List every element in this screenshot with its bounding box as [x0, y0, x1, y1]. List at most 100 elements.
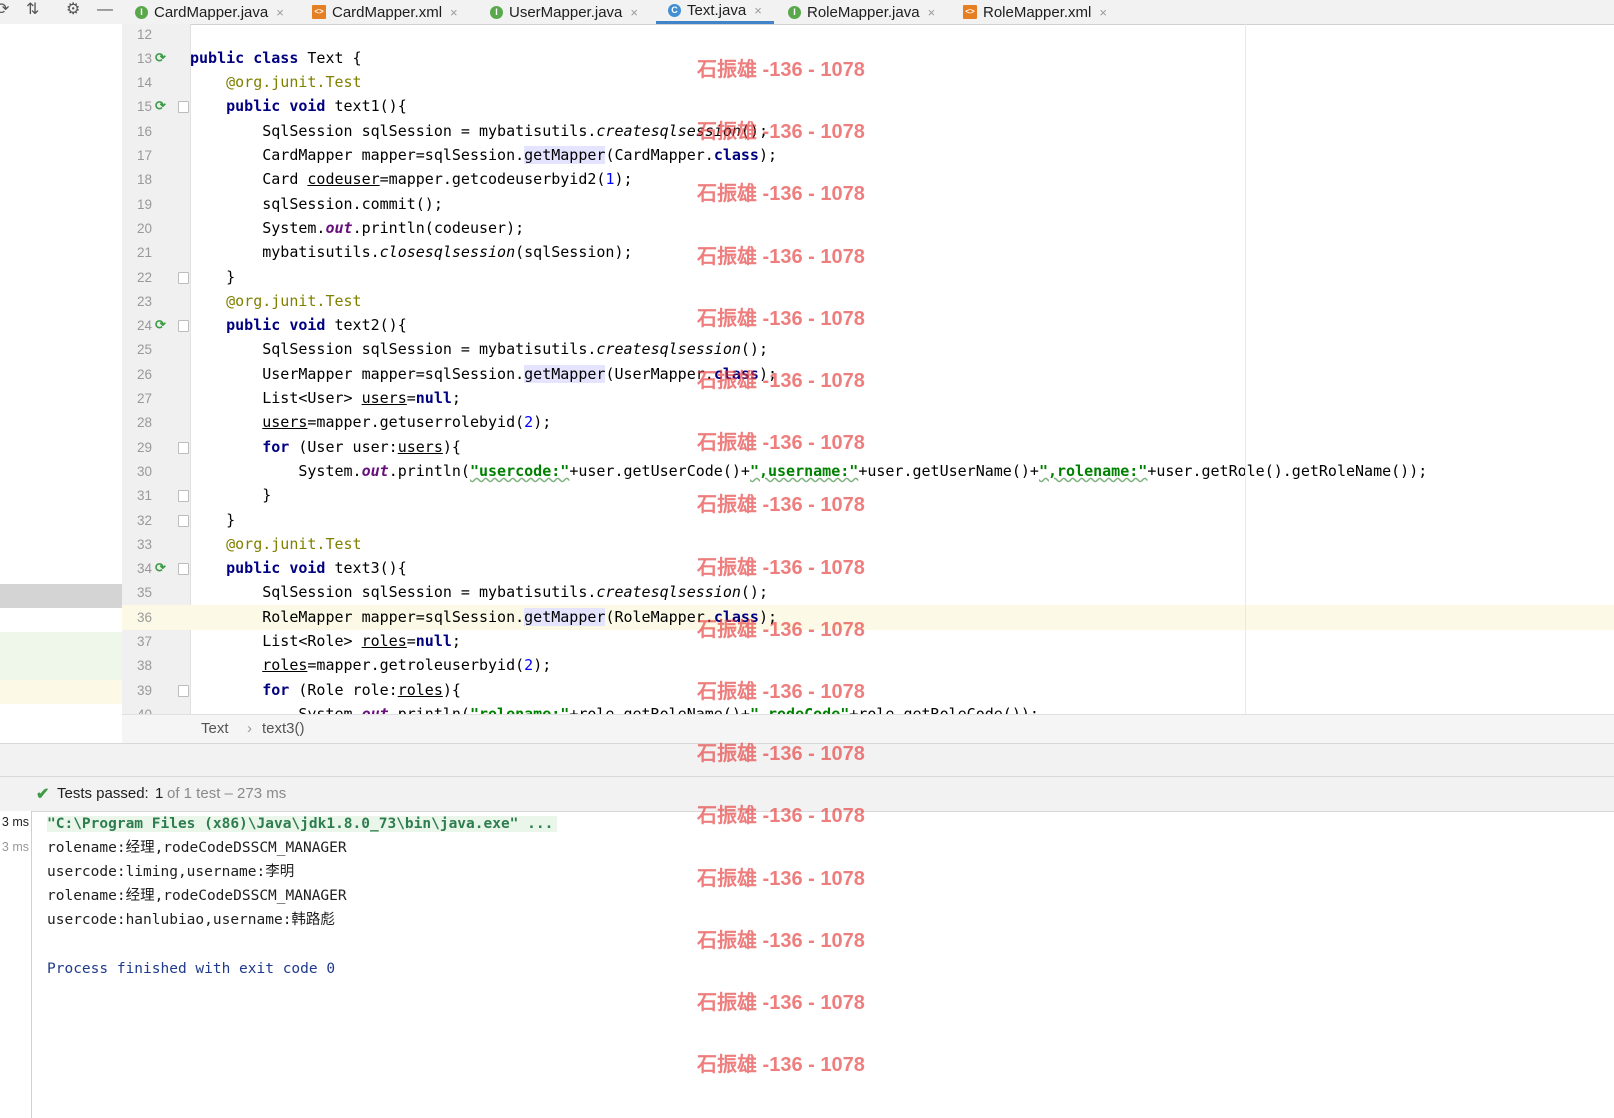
code-token: @org.junit.	[226, 534, 326, 553]
code-token: System.	[262, 218, 326, 237]
console-output[interactable]: "C:\Program Files (x86)\Java\jdk1.8.0_73…	[32, 811, 1614, 1118]
code-token: List<User>	[262, 389, 362, 407]
close-icon[interactable]: ×	[276, 5, 284, 20]
tab-label: UserMapper.java	[509, 3, 623, 21]
run-test-icon[interactable]: ⟳	[155, 318, 169, 332]
code-token: UserMapper mapper=sqlSession.	[262, 364, 525, 383]
code-line: @org.junit.Test	[190, 532, 362, 557]
console-output-line: rolename:经理,rodeCodeDSSCM_MANAGER	[47, 888, 347, 904]
breadcrumb-class[interactable]: Text	[201, 720, 229, 737]
code-token: +role.getRoleCode());	[849, 704, 1039, 714]
line-number: 19	[136, 196, 152, 212]
java-class-icon: C	[668, 4, 681, 17]
code-token: (RoleMapper.	[605, 607, 714, 626]
line-number: 17	[136, 148, 152, 163]
close-icon[interactable]: ×	[928, 5, 936, 20]
code-token: ){	[442, 680, 461, 699]
code-token: }	[226, 510, 236, 529]
tab-text-java[interactable]: C Text.java ×	[656, 0, 774, 24]
code-token: public void	[226, 97, 326, 116]
gutter-line: 39	[122, 678, 190, 703]
breadcrumb-method[interactable]: text3()	[262, 720, 305, 737]
line-number: 24	[136, 318, 152, 334]
code-token: class	[713, 364, 759, 383]
code-token: );	[758, 146, 778, 164]
code-token: ;	[451, 389, 461, 407]
fold-icon[interactable]	[178, 271, 189, 284]
code-line: public void text1(){	[190, 94, 407, 119]
gutter-line: 18	[122, 167, 190, 192]
gutter-line: 25	[122, 337, 190, 362]
code-token: users	[262, 413, 308, 432]
test-time[interactable]: 3 ms	[2, 815, 29, 829]
code-token: Card	[262, 170, 308, 189]
line-number: 12	[136, 26, 152, 42]
gutter-line: 23	[122, 289, 190, 314]
code-token: );	[533, 413, 552, 432]
code-line: @org.junit.Test	[190, 289, 361, 314]
close-icon[interactable]: ×	[630, 5, 638, 20]
gutter-line: 15 ⟳	[122, 94, 190, 119]
tab-rolemapper-java[interactable]: I RoleMapper.java ×	[788, 0, 935, 24]
xml-file-icon: <>	[963, 5, 977, 19]
run-test-icon[interactable]: ⟳	[155, 561, 169, 575]
tab-cardmapper-java[interactable]: I CardMapper.java ×	[135, 0, 284, 24]
fold-icon[interactable]	[178, 101, 189, 114]
code-token: +user.getUserCode()+	[569, 461, 750, 480]
code-token: =mapper.getroleuserbyid(	[307, 656, 525, 675]
changed-row-band	[0, 632, 122, 680]
gutter-line: 20	[122, 216, 190, 241]
code-token: +role.getRoleName()+	[569, 704, 750, 714]
line-number: 37	[136, 634, 152, 649]
tab-usermapper-java[interactable]: I UserMapper.java ×	[490, 0, 638, 24]
tab-cardmapper-xml[interactable]: <> CardMapper.xml ×	[312, 0, 458, 24]
xml-file-icon: <>	[312, 5, 326, 19]
code-token: out	[325, 218, 353, 237]
code-editor[interactable]: public class Text { @org.junit.Test publ…	[190, 24, 1614, 714]
code-token: .println(codeuser);	[352, 218, 525, 237]
code-token: text3(){	[325, 559, 407, 578]
code-token: 2	[524, 656, 534, 675]
fold-icon[interactable]	[178, 490, 189, 503]
test-tree-panel: 3 ms 3 ms	[0, 811, 32, 1118]
code-token: null	[415, 389, 452, 407]
tab-rolemapper-xml[interactable]: <> RoleMapper.xml ×	[963, 0, 1107, 24]
line-number: 25	[136, 342, 152, 358]
gutter-line: 19	[122, 192, 190, 217]
code-token: SqlSession sqlSession = mybatisutils.	[262, 583, 597, 602]
code-token: .println(	[388, 704, 470, 714]
code-token: public class	[190, 48, 299, 67]
code-token: Text {	[298, 48, 362, 67]
code-token: Test	[325, 73, 362, 92]
minimize-icon[interactable]: —	[97, 0, 113, 22]
code-token: Test	[325, 534, 362, 553]
code-line: for (Role role:roles){	[190, 678, 461, 703]
code-token: (User user:	[289, 437, 398, 456]
fold-icon[interactable]	[178, 563, 189, 576]
gutter-line: 24 ⟳	[122, 313, 190, 338]
code-token: .println(	[388, 461, 470, 480]
gutter-line: 38	[122, 653, 190, 678]
close-icon[interactable]: ×	[754, 3, 762, 18]
test-time[interactable]: 3 ms	[2, 840, 29, 854]
code-token: class	[713, 146, 759, 164]
line-number: 32	[136, 512, 152, 528]
code-token: );	[533, 656, 552, 675]
fold-icon[interactable]	[178, 441, 189, 454]
fold-icon[interactable]	[178, 514, 189, 527]
run-test-icon[interactable]: ⟳	[155, 99, 169, 113]
fold-icon[interactable]	[178, 320, 189, 333]
gutter-line: 37	[122, 629, 190, 654]
sync-icon[interactable]: ⟳	[0, 0, 9, 22]
code-line: }	[190, 508, 235, 533]
code-token: );	[614, 170, 633, 189]
run-test-icon[interactable]: ⟳	[155, 50, 169, 65]
gear-icon[interactable]: ⚙	[66, 0, 80, 22]
code-token: ;	[451, 632, 461, 650]
fold-icon[interactable]	[178, 684, 189, 697]
collapse-icon[interactable]: ⇅	[26, 0, 39, 22]
code-line: sqlSession.commit();	[190, 192, 443, 217]
code-token: +user.getUserName()+	[858, 461, 1039, 480]
close-icon[interactable]: ×	[450, 5, 458, 20]
close-icon[interactable]: ×	[1099, 5, 1107, 20]
